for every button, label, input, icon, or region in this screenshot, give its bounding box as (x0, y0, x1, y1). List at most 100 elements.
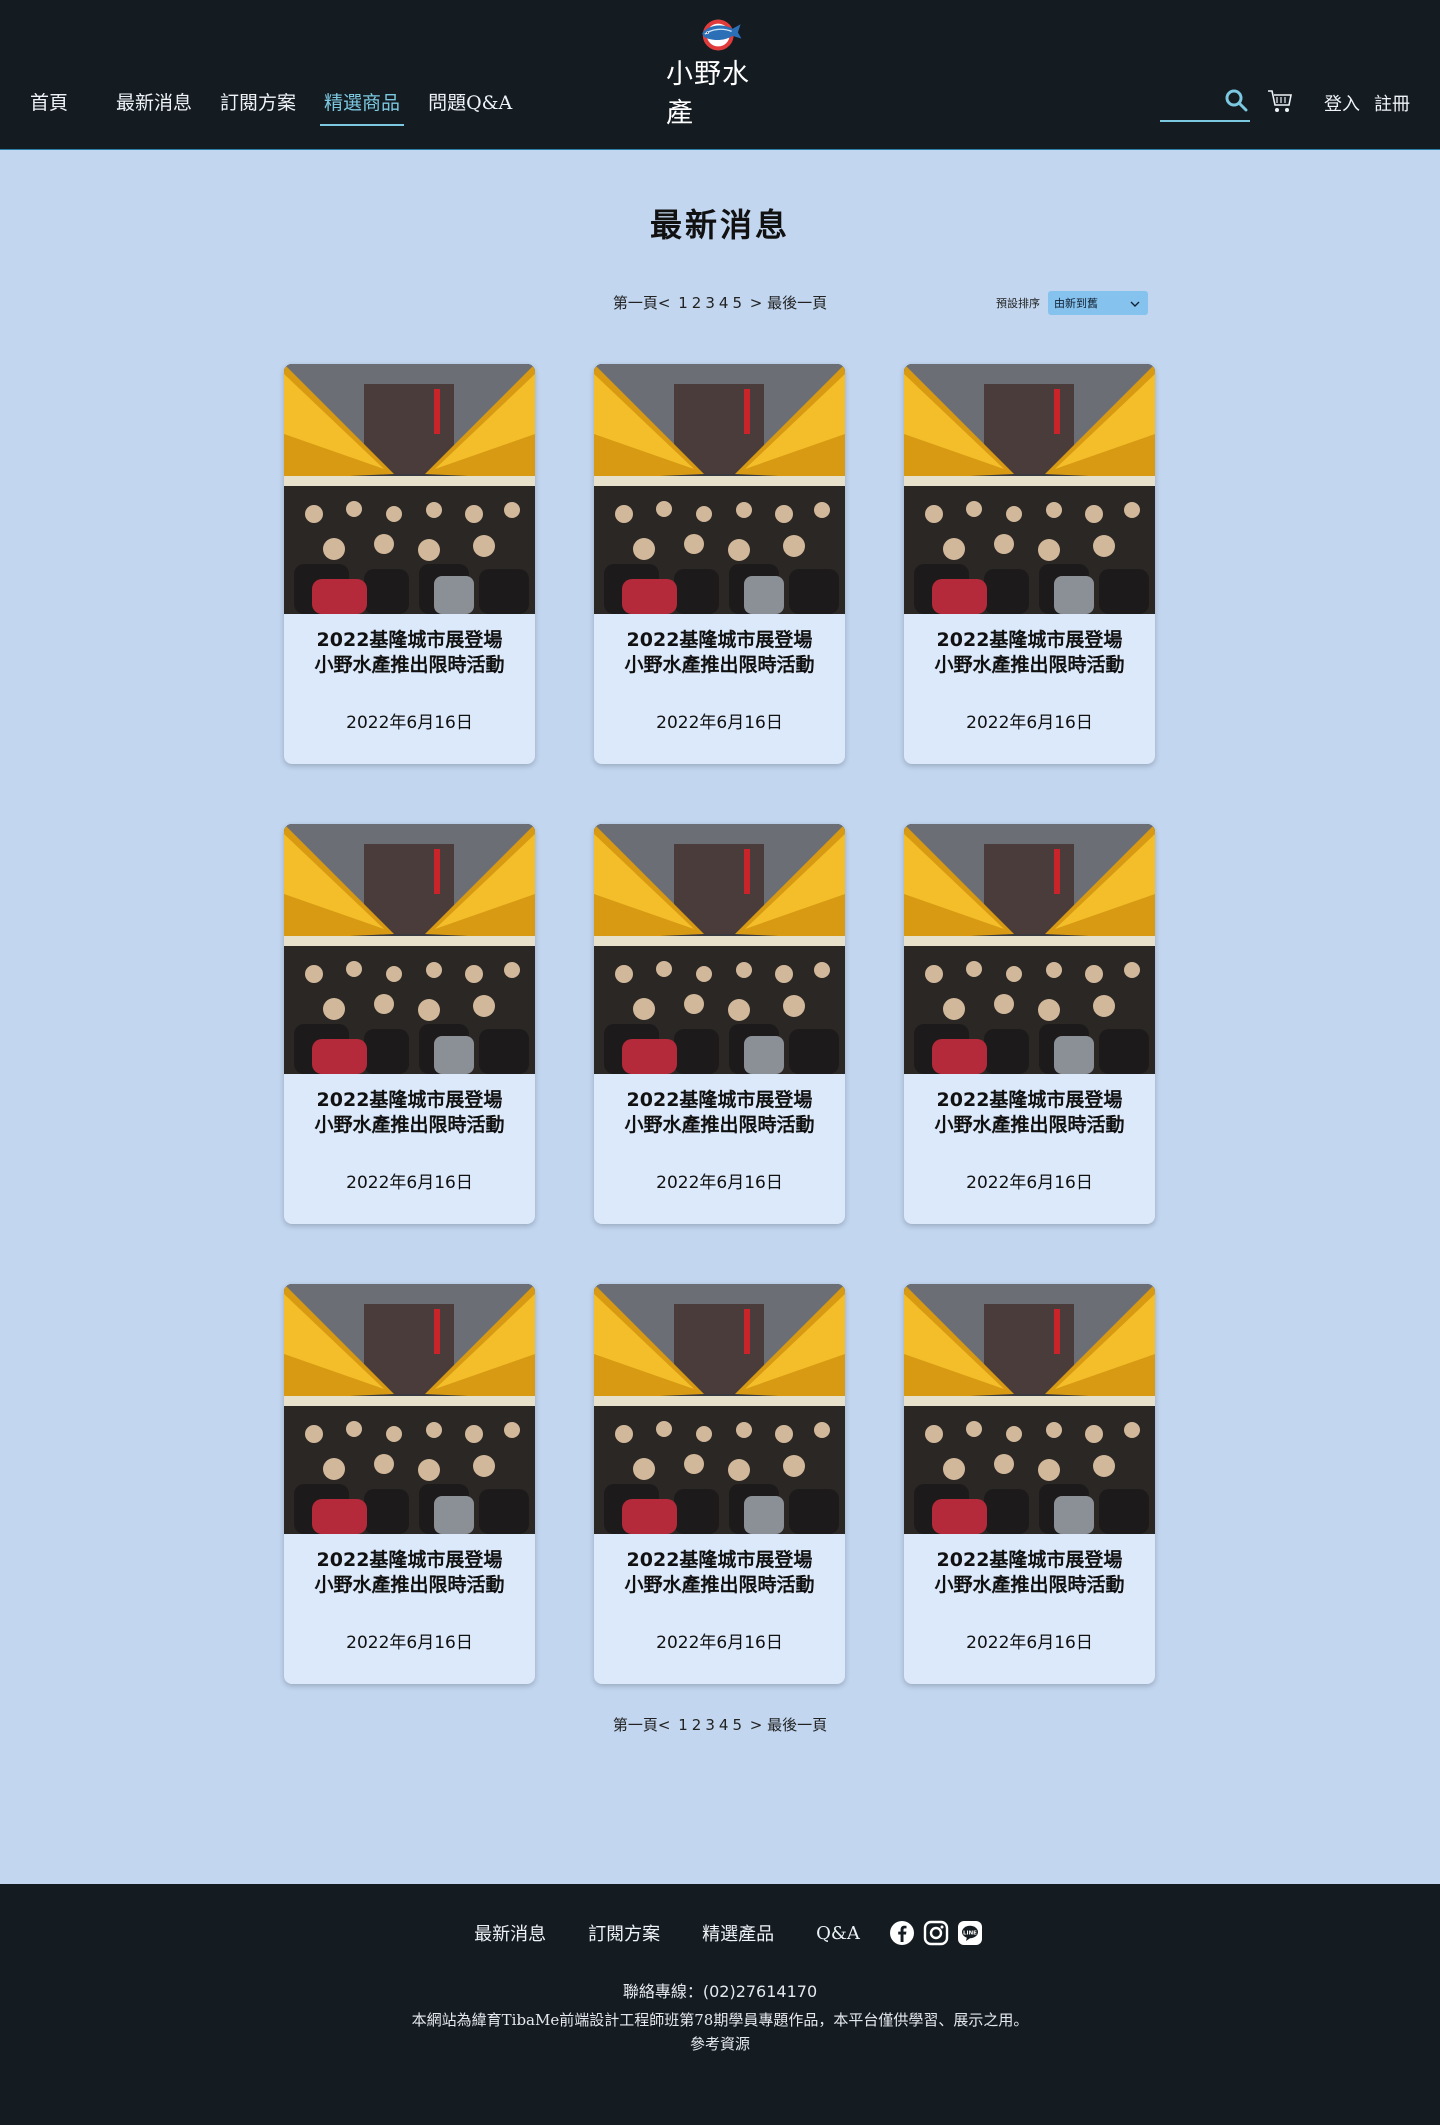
instagram-icon[interactable] (923, 1920, 949, 1946)
news-card-date: 2022年6月16日 (966, 1633, 1093, 1653)
news-card[interactable]: 2022基隆城市展登場 小野水產推出限時活動 2022年6月16日 (594, 1284, 845, 1684)
news-card-title-line-2: 小野水產推出限時活動 (624, 1574, 815, 1596)
news-card-title-line-2: 小野水產推出限時活動 (314, 1114, 505, 1136)
news-card-title-line-1: 2022基隆城市展登場 (936, 629, 1123, 651)
news-card-title-line-2: 小野水產推出限時活動 (624, 654, 815, 676)
news-card-title: 2022基隆城市展登場 小野水產推出限時活動 (594, 1548, 845, 1598)
news-card-image (284, 824, 535, 1074)
news-card-title: 2022基隆城市展登場 小野水產推出限時活動 (284, 1088, 535, 1138)
register-link[interactable]: 註冊 (1374, 90, 1410, 116)
page-1-link[interactable]: 1 (678, 294, 688, 312)
news-card-image (284, 364, 535, 614)
social-links: LINE (885, 1920, 987, 1946)
news-card-image (284, 1284, 535, 1534)
first-page-link[interactable]: 第一頁< (613, 1716, 671, 1734)
site-footer: 最新消息 訂閱方案 精選產品 Q&A LINE 聯絡專線：(02)2761417… (0, 1884, 1440, 2125)
news-card-title-line-1: 2022基隆城市展登場 (316, 1089, 503, 1111)
footer-reference-link[interactable]: 參考資源 (0, 2033, 1440, 2054)
brand-name: 小野水產 (666, 59, 750, 129)
footer-nav: 最新消息 訂閱方案 精選產品 Q&A LINE (0, 1920, 1440, 1946)
page-2-link[interactable]: 2 (692, 294, 702, 312)
news-card-title-line-2: 小野水產推出限時活動 (934, 654, 1125, 676)
news-card[interactable]: 2022基隆城市展登場 小野水產推出限時活動 2022年6月16日 (284, 364, 535, 764)
news-card-title: 2022基隆城市展登場 小野水產推出限時活動 (904, 1548, 1155, 1598)
news-card-title-line-1: 2022基隆城市展登場 (936, 1089, 1123, 1111)
footer-link-products[interactable]: 精選產品 (702, 1920, 774, 1946)
footer-link-qa[interactable]: Q&A (816, 1923, 860, 1944)
sort-select[interactable]: 由新到舊 (1048, 291, 1148, 315)
sort-selected-value: 由新到舊 (1054, 297, 1098, 310)
news-card-title-line-1: 2022基隆城市展登場 (626, 1549, 813, 1571)
header-tools: 登入 註冊 (1160, 84, 1410, 122)
news-card-date: 2022年6月16日 (656, 713, 783, 733)
news-card-title-line-1: 2022基隆城市展登場 (626, 1089, 813, 1111)
brand-logo[interactable]: 小野水產 (666, 18, 774, 130)
page-2-link[interactable]: 2 (692, 1716, 702, 1734)
news-card-title: 2022基隆城市展登場 小野水產推出限時活動 (594, 628, 845, 678)
page-3-link[interactable]: 3 (705, 1716, 715, 1734)
site-header: 首頁 最新消息 訂閱方案 精選商品 問題Q&A 小野水產 登入 註冊 (0, 0, 1440, 150)
nav-news[interactable]: 最新消息 (116, 88, 192, 123)
line-icon[interactable]: LINE (957, 1920, 983, 1946)
news-card-image (594, 364, 845, 614)
news-card-image (904, 1284, 1155, 1534)
nav-home[interactable]: 首頁 (30, 88, 68, 123)
news-card[interactable]: 2022基隆城市展登場 小野水產推出限時活動 2022年6月16日 (594, 824, 845, 1224)
news-card[interactable]: 2022基隆城市展登場 小野水產推出限時活動 2022年6月16日 (904, 1284, 1155, 1684)
first-page-link[interactable]: 第一頁< (613, 294, 671, 312)
news-card-title-line-2: 小野水產推出限時活動 (934, 1114, 1125, 1136)
news-card-date: 2022年6月16日 (966, 713, 1093, 733)
page-1-link[interactable]: 1 (678, 1716, 688, 1734)
news-card-title-line-1: 2022基隆城市展登場 (316, 629, 503, 651)
search-input[interactable] (1160, 84, 1220, 118)
news-card-image (904, 824, 1155, 1074)
search-icon[interactable] (1224, 88, 1248, 116)
footer-phone: 聯絡專線：(02)27614170 (622, 1982, 818, 2001)
news-card-date: 2022年6月16日 (656, 1173, 783, 1193)
news-card-title: 2022基隆城市展登場 小野水產推出限時活動 (594, 1088, 845, 1138)
news-card[interactable]: 2022基隆城市展登場 小野水產推出限時活動 2022年6月16日 (594, 364, 845, 764)
cart-icon[interactable] (1266, 88, 1294, 118)
footer-note: 本網站為緯育TibaMe前端設計工程師班第78期學員專題作品，本平台僅供學習、展… (411, 2011, 1029, 2029)
page-4-link[interactable]: 4 (719, 294, 729, 312)
news-card-image (904, 364, 1155, 614)
news-card-title-line-2: 小野水產推出限時活動 (314, 654, 505, 676)
news-card-image (594, 824, 845, 1074)
news-card-title-line-2: 小野水產推出限時活動 (314, 1574, 505, 1596)
news-card-date: 2022年6月16日 (346, 1173, 473, 1193)
news-card[interactable]: 2022基隆城市展登場 小野水產推出限時活動 2022年6月16日 (284, 1284, 535, 1684)
page-3-link[interactable]: 3 (705, 294, 715, 312)
news-card-title-line-2: 小野水產推出限時活動 (624, 1114, 815, 1136)
news-card-title: 2022基隆城市展登場 小野水產推出限時活動 (284, 628, 535, 678)
chevron-down-icon (1130, 297, 1140, 310)
news-card-date: 2022年6月16日 (966, 1173, 1093, 1193)
news-card-title: 2022基隆城市展登場 小野水產推出限時活動 (904, 1088, 1155, 1138)
pagination-bottom: 第一頁< 12345 > 最後一頁 (0, 1714, 1440, 1735)
news-card-title-line-1: 2022基隆城市展登場 (626, 629, 813, 651)
news-card-date: 2022年6月16日 (656, 1633, 783, 1653)
news-card[interactable]: 2022基隆城市展登場 小野水產推出限時活動 2022年6月16日 (904, 824, 1155, 1224)
news-card[interactable]: 2022基隆城市展登場 小野水產推出限時活動 2022年6月16日 (904, 364, 1155, 764)
news-card-image (594, 1284, 845, 1534)
news-card[interactable]: 2022基隆城市展登場 小野水產推出限時活動 2022年6月16日 (284, 824, 535, 1224)
news-card-title-line-1: 2022基隆城市展登場 (936, 1549, 1123, 1571)
nav-qa[interactable]: 問題Q&A (428, 88, 512, 123)
page-title: 最新消息 (649, 206, 790, 244)
last-page-link[interactable]: > 最後一頁 (750, 294, 827, 312)
nav-subscription[interactable]: 訂閱方案 (220, 88, 296, 123)
facebook-icon[interactable] (889, 1920, 915, 1946)
sort-label: 預設排序 (996, 297, 1040, 310)
page-4-link[interactable]: 4 (719, 1716, 729, 1734)
footer-link-subscription[interactable]: 訂閱方案 (588, 1920, 660, 1946)
page-5-link[interactable]: 5 (732, 294, 742, 312)
main-nav: 首頁 最新消息 訂閱方案 精選商品 問題Q&A (30, 88, 540, 126)
last-page-link[interactable]: > 最後一頁 (750, 1716, 827, 1734)
footer-link-news[interactable]: 最新消息 (474, 1920, 546, 1946)
news-card-title-line-1: 2022基隆城市展登場 (316, 1549, 503, 1571)
nav-products[interactable]: 精選商品 (320, 88, 405, 126)
page-5-link[interactable]: 5 (732, 1716, 742, 1734)
search-box (1160, 84, 1250, 122)
pagination-top: 第一頁< 12345 > 最後一頁 (0, 292, 1440, 313)
login-link[interactable]: 登入 (1324, 90, 1360, 116)
fish-logo-icon (702, 19, 742, 51)
